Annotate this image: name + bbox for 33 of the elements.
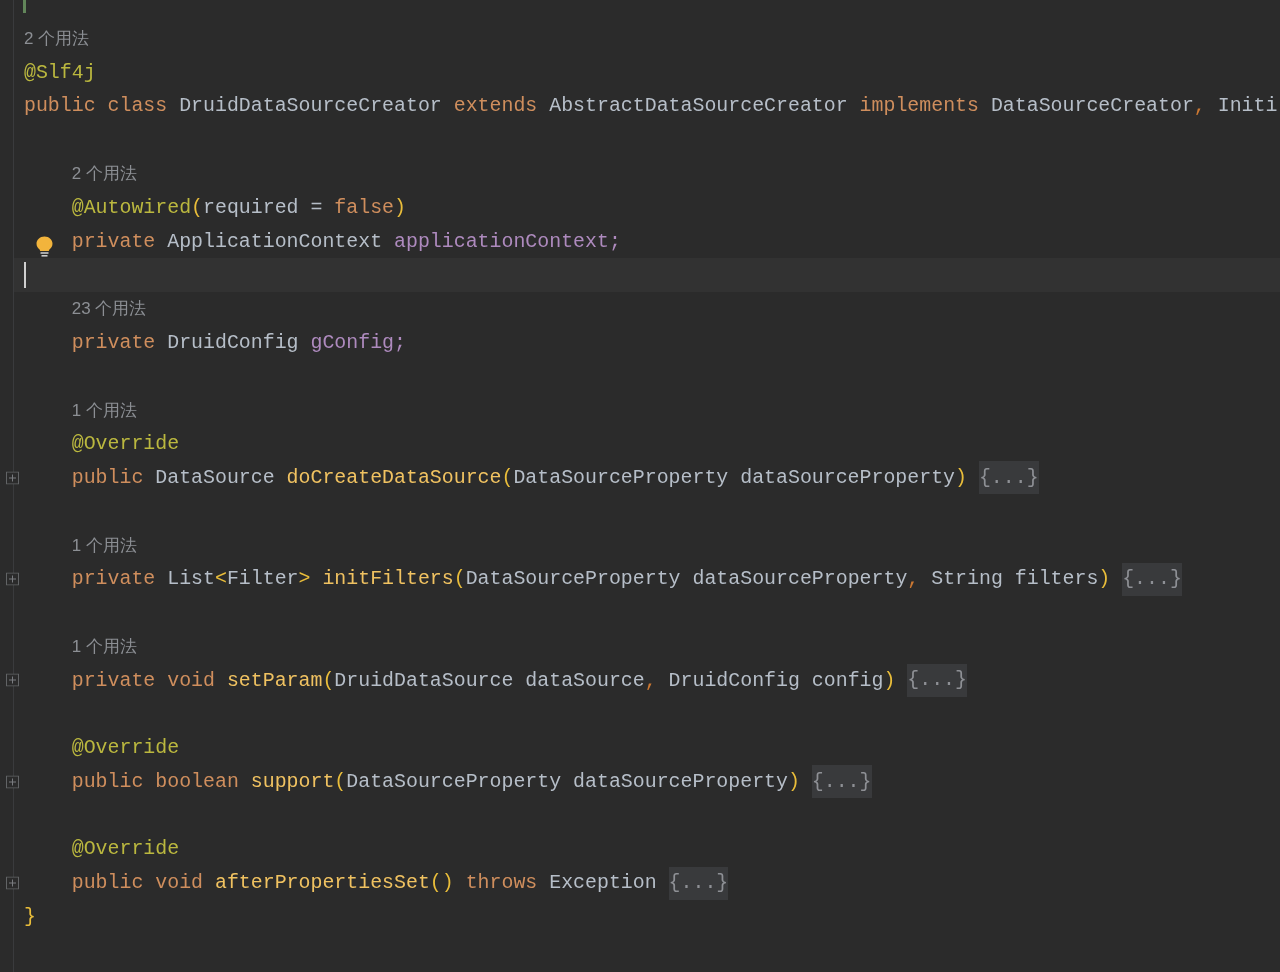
text-caret (24, 262, 26, 289)
code-line: @Override (71, 836, 180, 863)
usages-hint[interactable]: 1 个用法 (71, 397, 137, 424)
code-line: public void afterPropertiesSet() throws Exception (71, 870, 657, 897)
usages-hint[interactable]: 2 个用法 (71, 161, 137, 187)
code-line: @Override (71, 431, 180, 458)
code-line: private void setParam(DruidDataSource dataSource, DruidConfig config) (71, 667, 896, 694)
expand-plus-icon[interactable] (6, 876, 19, 890)
usages-hint[interactable]: 1 个用法 (71, 633, 137, 660)
folded-code-button[interactable]: {...} (1122, 562, 1182, 596)
expand-plus-icon[interactable] (6, 572, 19, 586)
expand-plus-icon[interactable] (6, 673, 19, 687)
code-line: @Override (71, 735, 180, 762)
folded-code-button[interactable]: {...} (668, 866, 729, 900)
code-line: public boolean support(DataSourceProperty dataSourceProperty) (71, 768, 800, 795)
code-line: public class DruidDataSourceCreator extends AbstractDataSourceCreator implements DataSourceCreator, Initi (24, 93, 1278, 120)
usages-hint[interactable]: 2 个用法 (24, 26, 90, 52)
usages-hint[interactable]: 1 个用法 (71, 532, 137, 559)
doc-comment-bar (23, 0, 26, 13)
folded-code-button[interactable]: {...} (907, 663, 967, 697)
folded-code-button[interactable]: {...} (811, 765, 872, 799)
folded-code-button[interactable]: {...} (978, 461, 1039, 495)
code-line: private List<Filter> initFilters(DataSourceProperty dataSourceProperty, String filters) (71, 566, 1111, 593)
code-line: private DruidConfig gConfig; (71, 329, 406, 356)
code-line: public DataSource doCreateDataSource(DataSourceProperty dataSourceProperty) (71, 464, 967, 491)
expand-plus-icon[interactable] (6, 775, 19, 789)
code-line: } (24, 903, 36, 930)
code-line: @Autowired(required = false) (71, 194, 406, 221)
code-line: @Slf4j (24, 59, 96, 86)
expand-plus-icon[interactable] (6, 471, 19, 485)
usages-hint[interactable]: 23 个用法 (71, 296, 147, 322)
code-line: private ApplicationContext applicationContext; (71, 228, 621, 255)
lightbulb-icon[interactable] (36, 235, 53, 257)
